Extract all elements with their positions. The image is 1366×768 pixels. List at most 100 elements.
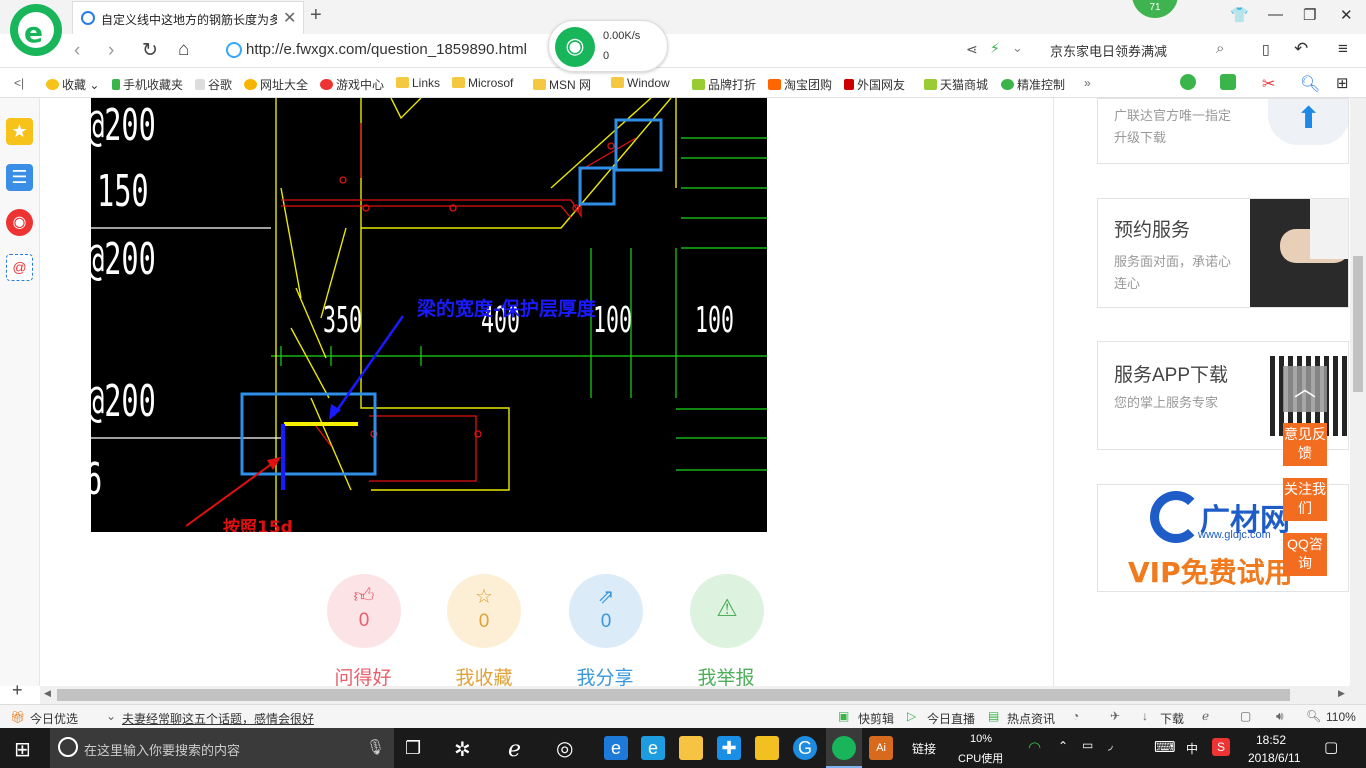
collapse-sidebar-icon[interactable]: <| <box>14 76 24 90</box>
refresh-icon[interactable]: ↻ <box>142 39 158 62</box>
swirl-app-icon[interactable]: ◎ <box>556 736 573 761</box>
browser-e-icon[interactable]: ℯ <box>508 736 521 762</box>
follow-us-button[interactable]: 关注我们 <box>1283 478 1327 521</box>
upgrade-card[interactable]: 广联达官方唯一指定升级下载 ⬆ <box>1097 98 1349 164</box>
tray-expand-icon[interactable]: ⌃ <box>1058 739 1068 753</box>
share-icon[interactable]: ⋖ <box>966 41 978 58</box>
ie-icon[interactable]: ℯ <box>1202 709 1209 723</box>
favorite-button[interactable]: ☆ 0 <box>447 574 521 648</box>
mail-icon[interactable]: @ <box>6 254 33 281</box>
orange-app-icon[interactable]: Ai <box>869 736 893 760</box>
network-monitor[interactable]: ◉ 0.00K/s 0 <box>548 20 668 72</box>
pin-icon[interactable]: ✈ <box>1110 709 1120 723</box>
chevron-down-icon[interactable]: ⌄ <box>1012 40 1023 56</box>
back-to-top-icon[interactable]: ︿ <box>1283 366 1327 412</box>
apps-grid-icon[interactable]: ⊞ <box>1336 74 1349 92</box>
edge-icon[interactable]: e <box>604 736 628 760</box>
bookmark-item[interactable]: 收藏 ⌄ <box>46 76 99 93</box>
feedback-button[interactable]: 意见反馈 <box>1283 423 1327 466</box>
home-icon[interactable]: ⌂ <box>178 39 189 61</box>
chevron-down-icon[interactable]: ⌄ <box>106 709 116 723</box>
scissors-icon[interactable]: ✂ <box>1262 74 1275 94</box>
skin-icon[interactable]: 👕 <box>1230 6 1249 24</box>
minimize-icon[interactable]: — <box>1268 6 1283 23</box>
tab-close-icon[interactable]: ✕ <box>283 8 296 28</box>
add-sidebar-icon[interactable]: + <box>12 680 23 701</box>
wifi-tray-icon[interactable]: ◠ <box>1028 738 1041 756</box>
sound-icon[interactable]: 🔊︎ <box>1276 709 1284 724</box>
today-picks-link[interactable]: 今日优选 <box>30 710 78 727</box>
active-browser-taskbar-item[interactable] <box>826 728 862 768</box>
browser-logo-icon[interactable]: e <box>10 4 62 56</box>
bookmark-item[interactable]: 精准控制 <box>1001 76 1065 93</box>
coin-icon[interactable] <box>1180 74 1196 90</box>
like-button[interactable]: 👍︎ 0 <box>327 574 401 648</box>
extension-icon[interactable] <box>1220 74 1236 90</box>
zoom-level[interactable]: 110% <box>1326 710 1356 724</box>
windows-start-icon[interactable]: ⊞ <box>14 737 31 762</box>
bookmark-item[interactable]: 天猫商城 <box>924 76 988 93</box>
bookmark-item[interactable]: MSN 网 <box>533 76 591 93</box>
report-button[interactable]: ⚠ <box>690 574 764 648</box>
glodon-app-icon[interactable]: G <box>793 736 817 760</box>
microphone-icon[interactable]: 🎙︎ <box>366 738 385 756</box>
bookmark-item[interactable]: 谷歌 <box>195 76 232 93</box>
scroll-right-icon[interactable]: ▶ <box>1338 688 1345 699</box>
action-center-icon[interactable]: ▢ <box>1324 738 1338 756</box>
forward-icon[interactable]: › <box>108 40 114 62</box>
vertical-scroll-thumb[interactable] <box>1353 256 1363 392</box>
list-icon[interactable]: ☰ <box>6 164 33 191</box>
plus-app-icon[interactable]: ✚ <box>717 736 741 760</box>
network-tray-icon[interactable]: ◞ <box>1108 738 1113 752</box>
quick-clip-link[interactable]: 快剪辑 <box>858 710 894 727</box>
maximize-icon[interactable]: ❐ <box>1303 6 1316 24</box>
sogou-ime-icon[interactable]: S <box>1212 738 1230 756</box>
bookmark-item[interactable]: Links <box>396 76 440 90</box>
bookmark-item[interactable]: 品牌打折 <box>692 76 756 93</box>
live-link[interactable]: 今日直播 <box>927 710 975 727</box>
download-link[interactable]: 下载 <box>1160 710 1184 727</box>
hot-news-link[interactable]: 热点资讯 <box>1007 710 1055 727</box>
fan-app-icon[interactable]: ✲ <box>454 737 471 762</box>
browser-tab[interactable]: 自定义线中这地方的钢筋长度为多 ✕ <box>72 1 304 34</box>
bookmark-item[interactable]: 游戏中心 <box>320 76 384 93</box>
notepad-app-icon[interactable] <box>755 736 779 760</box>
file-explorer-icon[interactable] <box>679 736 703 760</box>
lightning-icon[interactable]: ⚡ <box>990 40 1000 57</box>
favorites-icon[interactable]: ★ <box>6 118 33 145</box>
speed-icon[interactable]: ◔ <box>1072 709 1079 723</box>
clock-time[interactable]: 18:52 <box>1256 733 1286 747</box>
vertical-scrollbar[interactable] <box>1350 98 1366 704</box>
clock-date[interactable]: 2018/6/11 <box>1248 751 1301 765</box>
reservation-card[interactable]: 预约服务 服务面对面，承诺心连心 <box>1097 198 1349 308</box>
horizontal-scroll-thumb[interactable] <box>57 689 1290 701</box>
new-tab-icon[interactable]: + <box>310 4 322 27</box>
taskbar-search-box[interactable]: 在这里输入你要搜索的内容 🎙︎ <box>50 728 394 768</box>
bookmark-item[interactable]: 外国网友 <box>844 76 905 93</box>
close-window-icon[interactable]: ✕ <box>1340 6 1353 24</box>
battery-icon[interactable]: ▭ <box>1082 738 1093 752</box>
qq-consult-button[interactable]: QQ咨询 <box>1283 533 1327 576</box>
bookmark-item[interactable]: 网址大全 <box>244 76 308 93</box>
internet-explorer-icon[interactable]: e <box>641 736 665 760</box>
window-icon[interactable]: ▢ <box>1240 709 1251 723</box>
task-view-icon[interactable]: ❐ <box>405 738 421 759</box>
more-bookmarks-icon[interactable]: » <box>1084 76 1091 90</box>
bookmark-item[interactable]: 手机收藏夹 <box>112 76 183 93</box>
weibo-icon[interactable]: ◉ <box>6 209 33 236</box>
magnifier-icon[interactable]: 🔍︎ <box>1300 74 1320 94</box>
back-icon[interactable]: ‹ <box>74 40 80 62</box>
scroll-left-icon[interactable]: ◀ <box>44 688 51 699</box>
address-input[interactable]: http://e.fwxgx.com/question_1859890.html <box>218 40 548 64</box>
taskbar-link-toolbar[interactable]: 链接 <box>912 740 936 757</box>
bookmark-item[interactable]: Microsof <box>452 76 513 90</box>
news-headline-link[interactable]: 夫妻经常聊这五个话题，感情会很好 <box>122 710 314 727</box>
ime-indicator[interactable]: 中 <box>1186 740 1198 757</box>
bookmark-item[interactable]: 淘宝团购 <box>768 76 832 93</box>
keyboard-icon[interactable]: ⌨ <box>1154 738 1176 756</box>
bookmark-item[interactable]: Window <box>611 76 670 90</box>
share-button[interactable]: ⇗ 0 <box>569 574 643 648</box>
phone-icon[interactable]: ▯ <box>1262 41 1270 58</box>
search-input[interactable]: 京东家电日领券满减 <box>1050 41 1167 60</box>
menu-icon[interactable]: ≡ <box>1338 39 1348 59</box>
